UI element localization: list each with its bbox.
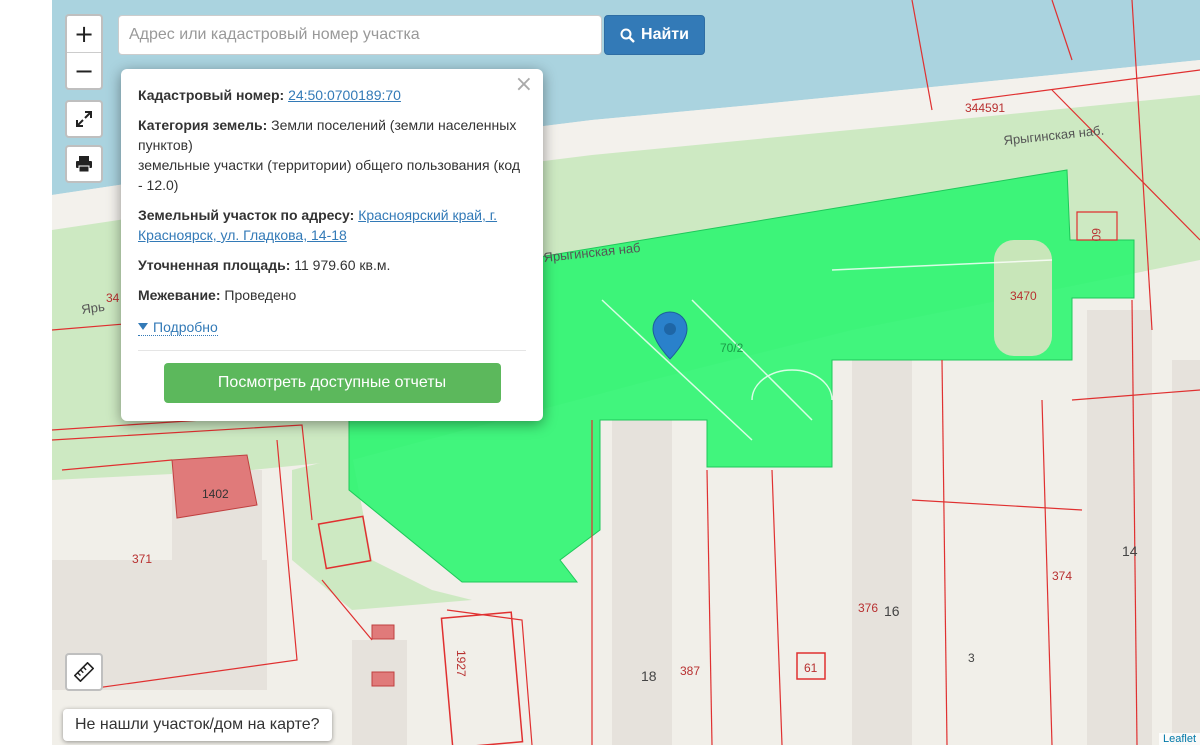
- building-16: [852, 360, 912, 745]
- label-61: 61: [804, 661, 818, 675]
- zoom-in-button[interactable]: +: [67, 16, 101, 53]
- parcel-1927: [440, 611, 524, 745]
- label-387: 387: [680, 664, 700, 678]
- category-row: Категория земель: Земли поселений (земли…: [138, 115, 526, 195]
- label-344591: 344591: [965, 101, 1005, 115]
- label-376: 376: [858, 601, 878, 615]
- caret-down-icon: [138, 323, 148, 330]
- house-number-16: 16: [884, 603, 900, 619]
- building-18: [612, 420, 672, 745]
- cadastral-row: Кадастровый номер: 24:50:0700189:70: [138, 85, 526, 105]
- area-value: 11 979.60 кв.м.: [294, 257, 391, 273]
- print-button[interactable]: [65, 145, 103, 183]
- garage-2: [371, 671, 395, 687]
- area-row: Уточненная площадь: 11 979.60 кв.м.: [138, 255, 526, 275]
- survey-row: Межевание: Проведено: [138, 285, 526, 305]
- search-input[interactable]: [118, 15, 602, 55]
- details-label: Подробно: [153, 318, 218, 335]
- label-60: 60: [1089, 228, 1103, 242]
- label-374: 374: [1052, 569, 1072, 583]
- category-label: Категория земель:: [138, 117, 268, 133]
- search-button-label: Найти: [641, 26, 689, 43]
- building-14: [1087, 310, 1152, 745]
- expand-icon: [76, 111, 92, 127]
- house-number-18: 18: [641, 668, 657, 684]
- label-1402: 1402: [202, 487, 229, 501]
- zoom-control: + −: [65, 14, 103, 90]
- close-icon[interactable]: ×: [515, 74, 533, 96]
- zoom-out-button[interactable]: −: [67, 53, 101, 89]
- label-1927: 1927: [454, 650, 468, 677]
- label-371: 371: [132, 552, 152, 566]
- house-number-3: 3: [968, 651, 975, 665]
- house-number-14: 14: [1122, 543, 1138, 559]
- survey-value: Проведено: [224, 287, 297, 303]
- parcel-info-popup: × Кадастровый номер: 24:50:0700189:70 Ка…: [121, 69, 543, 421]
- address-label: Земельный участок по адресу:: [138, 207, 355, 223]
- label-34: 34: [106, 291, 120, 305]
- building-small: [352, 640, 407, 745]
- popup-divider: [138, 349, 526, 351]
- fullscreen-button[interactable]: [65, 100, 103, 138]
- address-row: Земельный участок по адресу: Красноярски…: [138, 205, 526, 245]
- search-icon: [620, 28, 635, 43]
- leaflet-attribution[interactable]: Leaflet: [1158, 733, 1200, 745]
- cadastral-label: Кадастровый номер:: [138, 87, 285, 103]
- area-label: Уточненная площадь:: [138, 257, 291, 273]
- category-value-2: земельные участки (территории) общего по…: [138, 157, 521, 193]
- building-east: [1172, 360, 1200, 745]
- search-button[interactable]: Найти: [604, 15, 705, 55]
- parcel-label-70-2: 70/2: [720, 341, 744, 355]
- ruler-button[interactable]: [65, 653, 103, 691]
- ruler-icon: [74, 662, 94, 682]
- garage-1: [371, 624, 395, 640]
- survey-label: Межевание:: [138, 287, 221, 303]
- not-found-button[interactable]: Не нашли участок/дом на карте?: [63, 709, 332, 741]
- view-reports-button[interactable]: Посмотреть доступные отчеты: [163, 362, 501, 403]
- print-icon: [76, 156, 92, 173]
- cadastral-number-link[interactable]: 24:50:0700189:70: [288, 87, 401, 103]
- details-toggle[interactable]: Подробно: [138, 319, 218, 336]
- label-3470: 3470: [1010, 289, 1037, 303]
